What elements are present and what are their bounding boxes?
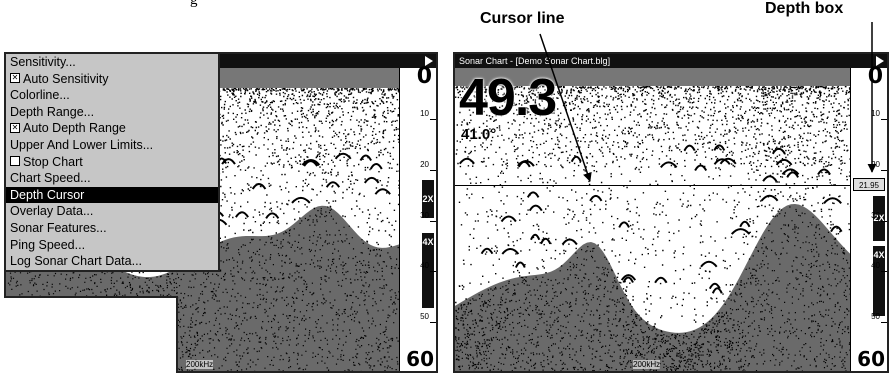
scale-tick [430, 271, 436, 273]
scale-tick [881, 118, 887, 120]
sonar-page-menu: Sensitivity... Auto Sensitivity Colorline.… [4, 52, 220, 272]
checked-box-icon[interactable] [10, 123, 20, 134]
menu-item-label: Auto Sensitivity [23, 71, 109, 86]
scale-tick-label: 40 [871, 261, 880, 271]
callout-depth-box: Depth box [765, 0, 844, 17]
menu-item-label: Auto Depth Range [23, 121, 126, 136]
scale-tick-label: 10 [871, 108, 880, 118]
menu-item-label: Ping Speed... [10, 237, 86, 252]
scale-tick [881, 169, 887, 171]
right-window-title: Sonar Chart - [Demo Sonar Chart.blg] [459, 56, 611, 66]
menu-item-label: Sonar Features... [10, 220, 107, 235]
right-zoom-4x[interactable]: 4X [873, 246, 885, 316]
menu-item-label: Log Sonar Chart Data... [10, 254, 143, 269]
menu-item-upper-and-lower-limits[interactable]: Upper And Lower Limits... [6, 137, 218, 154]
menu-item-label: Depth Range... [10, 104, 95, 119]
right-sonar-screen: Sonar Chart - [Demo Sonar Chart.blg] 49.… [453, 52, 889, 373]
scale-tick [881, 220, 887, 222]
menu-item-sonar-features[interactable]: Sonar Features... [6, 220, 218, 237]
right-depth-scale: 0 60 21.95 2X 4X 10 20 30 40 50 [850, 64, 887, 371]
depth-box: 21.95 [853, 178, 885, 191]
left-blank-area [4, 296, 178, 373]
menu-item-label: Depth Cursor [10, 187, 85, 202]
left-scale-top: 0 [416, 64, 432, 89]
menu-item-auto-sensitivity[interactable]: Auto Sensitivity [6, 71, 218, 88]
menu-item-label: Chart Speed... [10, 171, 91, 186]
menu-item-label: Stop Chart [23, 154, 83, 169]
left-frequency: 200kHz [186, 360, 214, 369]
scale-tick-label: 50 [420, 312, 429, 322]
menu-item-log-sonar-chart-data[interactable]: Log Sonar Chart Data... [6, 253, 218, 270]
right-scale-top: 0 [867, 64, 883, 89]
scale-tick-label: 20 [871, 159, 880, 169]
temperature-readout: 41.0° [461, 126, 497, 143]
left-depth-scale: 0 60 2X 4X 10 20 30 40 50 [399, 64, 436, 371]
scale-tick [881, 271, 887, 273]
scale-tick-label: 10 [420, 108, 429, 118]
menu-item-chart-speed[interactable]: Chart Speed... [6, 170, 218, 187]
scale-tick [430, 220, 436, 222]
scale-tick [430, 118, 436, 120]
callout-cursor-line: Cursor line [480, 10, 565, 27]
right-frequency: 200kHz [633, 360, 661, 369]
menu-item-depth-range[interactable]: Depth Range... [6, 104, 218, 121]
right-titlebar: Sonar Chart - [Demo Sonar Chart.blg] [455, 54, 887, 68]
scale-tick-label: 30 [871, 210, 880, 220]
left-scale-bottom: 60 [406, 347, 434, 371]
depth-cursor-line[interactable] [455, 185, 851, 186]
menu-item-label: Colorline... [10, 88, 70, 103]
menu-item-label: Sensitivity... [10, 55, 76, 69]
menu-item-colorline[interactable]: Colorline... [6, 87, 218, 104]
unchecked-box-icon[interactable] [10, 156, 20, 167]
scale-tick [881, 322, 887, 324]
menu-item-ping-speed[interactable]: Ping Speed... [6, 237, 218, 254]
menu-item-sensitivity[interactable]: Sensitivity... [6, 54, 218, 71]
scale-tick [430, 169, 436, 171]
menu-item-label: Overlay Data... [10, 204, 94, 219]
scale-tick-label: 30 [420, 210, 429, 220]
scale-tick-label: 40 [420, 261, 429, 271]
menu-item-stop-chart[interactable]: Stop Chart [6, 154, 218, 171]
checked-box-icon[interactable] [10, 73, 20, 84]
menu-item-auto-depth-range[interactable]: Auto Depth Range [6, 120, 218, 137]
depth-readout: 49.3 [459, 69, 557, 127]
scale-tick-label: 20 [420, 159, 429, 169]
right-scale-bottom: 60 [857, 347, 885, 371]
scale-tick [430, 322, 436, 324]
menu-item-depth-cursor[interactable]: Depth Cursor [6, 186, 218, 204]
top-caption: g [190, 0, 198, 8]
scale-tick-label: 50 [871, 312, 880, 322]
menu-item-label: Upper And Lower Limits... [10, 137, 154, 152]
menu-item-overlay-data[interactable]: Overlay Data... [6, 203, 218, 220]
